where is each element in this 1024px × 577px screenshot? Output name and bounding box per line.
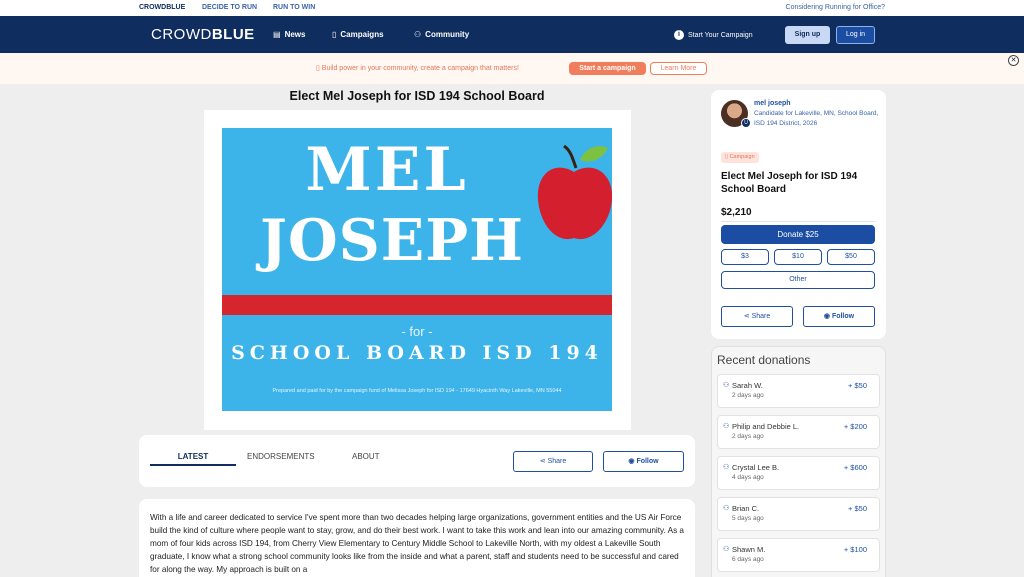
donation-amount: + $50 — [848, 504, 867, 513]
campaign-badge-label: Campaign — [729, 154, 755, 160]
start-your-campaign-link[interactable]: i Start Your Campaign — [674, 30, 753, 40]
clipboard-icon: ▯ — [332, 30, 337, 39]
donor-name: Sarah W. — [732, 381, 763, 390]
share-icon: ⋖ — [539, 458, 548, 465]
card-share-label: Share — [751, 313, 771, 320]
promo-banner: ▯ Build power in your community, create … — [0, 53, 1024, 84]
poster-line2: JOSEPH — [260, 207, 524, 274]
learn-more-button[interactable]: Learn More — [650, 62, 707, 75]
tab-latest[interactable]: LATEST — [150, 452, 236, 461]
other-amount-button[interactable]: Other — [721, 271, 875, 289]
campaign-badge: ▯ Campaign — [721, 152, 759, 163]
promo-text: ▯ Build power in your community, create … — [316, 64, 519, 72]
logo-crowd: CROWD — [151, 26, 212, 43]
donor-name: Brian C. — [732, 504, 760, 513]
donation-card: U mel joseph Candidate for Lakeville, MN… — [711, 90, 886, 339]
donation-amount: + $200 — [843, 422, 867, 431]
donor-name: Shawn M. — [732, 545, 766, 554]
nav-community-label: Community — [425, 30, 470, 39]
donor-name: Crystal Lee B. — [732, 463, 780, 472]
content-tabs: LATEST ENDORSEMENTS ABOUT ⋖ Share ◉ Foll… — [139, 435, 695, 487]
start-a-campaign-button[interactable]: Start a campaign — [569, 62, 646, 75]
donation-time: 2 days ago — [732, 392, 764, 399]
apple-icon — [537, 144, 612, 240]
promo-text-label: Build power in your community, create a … — [321, 65, 519, 72]
decide-to-run-link[interactable]: DECIDE TO RUN — [202, 4, 257, 11]
donation-item: ⚇ Shawn M. 6 days ago + $100 — [717, 538, 880, 572]
nav-campaigns-label: Campaigns — [340, 30, 384, 39]
tab-about[interactable]: ABOUT — [352, 452, 380, 461]
signup-button[interactable]: Sign up — [785, 26, 830, 44]
donor-icon: ⚇ — [723, 546, 730, 553]
donation-item: ⚇ Sarah W. 2 days ago + $50 — [717, 374, 880, 408]
run-to-win-link[interactable]: RUN TO WIN — [273, 4, 315, 11]
donation-time: 4 days ago — [732, 474, 764, 481]
card-follow-button[interactable]: ◉ Follow — [803, 306, 875, 327]
recent-donations-title: Recent donations — [717, 353, 811, 367]
campaign-story: With a life and career dedicated to serv… — [139, 499, 695, 577]
considering-running-link[interactable]: Considering Running for Office? — [786, 4, 885, 11]
donor-icon: ⚇ — [723, 423, 730, 430]
poster-school-board: SCHOOL BOARD ISD 194 — [231, 342, 603, 364]
amount-option-3[interactable]: $3 — [721, 249, 769, 265]
share-button-label: Share — [547, 458, 567, 465]
poster-for: - for - — [401, 324, 433, 339]
close-icon[interactable]: ✕ — [1008, 55, 1019, 66]
nav-campaigns[interactable]: ▯ Campaigns — [332, 30, 384, 39]
campaign-title: Elect Mel Joseph for ISD 194 School Boar… — [289, 89, 545, 103]
donation-time: 2 days ago — [732, 433, 764, 440]
donation-item: ⚇ Crystal Lee B. 4 days ago + $600 — [717, 456, 880, 490]
donor-icon: ⚇ — [723, 464, 730, 471]
poster-red-stripe — [222, 295, 612, 315]
donor-name: Philip and Debbie L. — [732, 422, 800, 431]
tab-endorsements[interactable]: ENDORSEMENTS — [247, 452, 315, 461]
candidate-name[interactable]: mel joseph — [754, 100, 791, 107]
donation-amount: + $100 — [843, 545, 867, 554]
logo-blue: BLUE — [211, 26, 255, 43]
donation-time: 6 days ago — [732, 556, 764, 563]
login-button[interactable]: Log in — [836, 26, 875, 44]
nav-news-label: News — [284, 30, 306, 39]
follow-button[interactable]: ◉ Follow — [603, 451, 684, 472]
campaign-poster: MEL JOSEPH - for - SCHOOL BOARD ISD 194 … — [222, 128, 612, 411]
topbar-brand-link[interactable]: CROWDBLUE — [139, 4, 185, 11]
main-nav: CROWDBLUE ▤ News ▯ Campaigns ⚇ Community… — [0, 16, 1024, 53]
tab-latest-underline — [150, 464, 236, 466]
donation-item: ⚇ Brian C. 5 days ago + $50 — [717, 497, 880, 531]
card-follow-label: Follow — [831, 313, 855, 320]
donation-amount: + $600 — [843, 463, 867, 472]
poster-line1: MEL — [305, 135, 469, 205]
donation-time: 5 days ago — [732, 515, 764, 522]
donation-amount: + $50 — [848, 381, 867, 390]
amount-raised: $2,210 — [721, 207, 752, 218]
share-button[interactable]: ⋖ Share — [513, 451, 593, 472]
donor-icon: ⚇ — [723, 505, 730, 512]
card-campaign-title: Elect Mel Joseph for ISD 194 School Boar… — [721, 171, 858, 195]
donate-button[interactable]: Donate $25 — [721, 225, 875, 244]
divider — [721, 221, 875, 222]
donor-icon: ⚇ — [723, 382, 730, 389]
card-share-button[interactable]: ⋖ Share — [721, 306, 793, 327]
nav-community[interactable]: ⚇ Community — [414, 30, 469, 39]
eye-icon: ◉ — [823, 313, 832, 320]
poster-disclaimer: Prepared and paid for by the campaign fu… — [272, 388, 562, 394]
share-icon: ⋖ — [743, 313, 752, 320]
top-bar: CROWDBLUE DECIDE TO RUN RUN TO WIN Consi… — [0, 0, 1024, 16]
recent-donations: Recent donations ⚇ Sarah W. 2 days ago +… — [711, 346, 886, 577]
badge-icon: U — [741, 118, 751, 128]
candidate-description[interactable]: Candidate for Lakeville, MN, School Boar… — [754, 109, 879, 128]
people-icon: ⚇ — [414, 30, 422, 39]
amount-option-10[interactable]: $10 — [774, 249, 822, 265]
newspaper-icon: ▤ — [273, 30, 281, 39]
crowdblue-logo[interactable]: CROWDBLUE — [151, 26, 255, 43]
info-icon: i — [674, 30, 684, 40]
donation-item: ⚇ Philip and Debbie L. 2 days ago + $200 — [717, 415, 880, 449]
campaign-image-frame: MEL JOSEPH - for - SCHOOL BOARD ISD 194 … — [204, 110, 631, 430]
start-your-campaign-label: Start Your Campaign — [688, 31, 753, 39]
follow-button-label: Follow — [636, 458, 659, 465]
nav-news[interactable]: ▤ News — [273, 30, 305, 39]
amount-option-50[interactable]: $50 — [827, 249, 875, 265]
